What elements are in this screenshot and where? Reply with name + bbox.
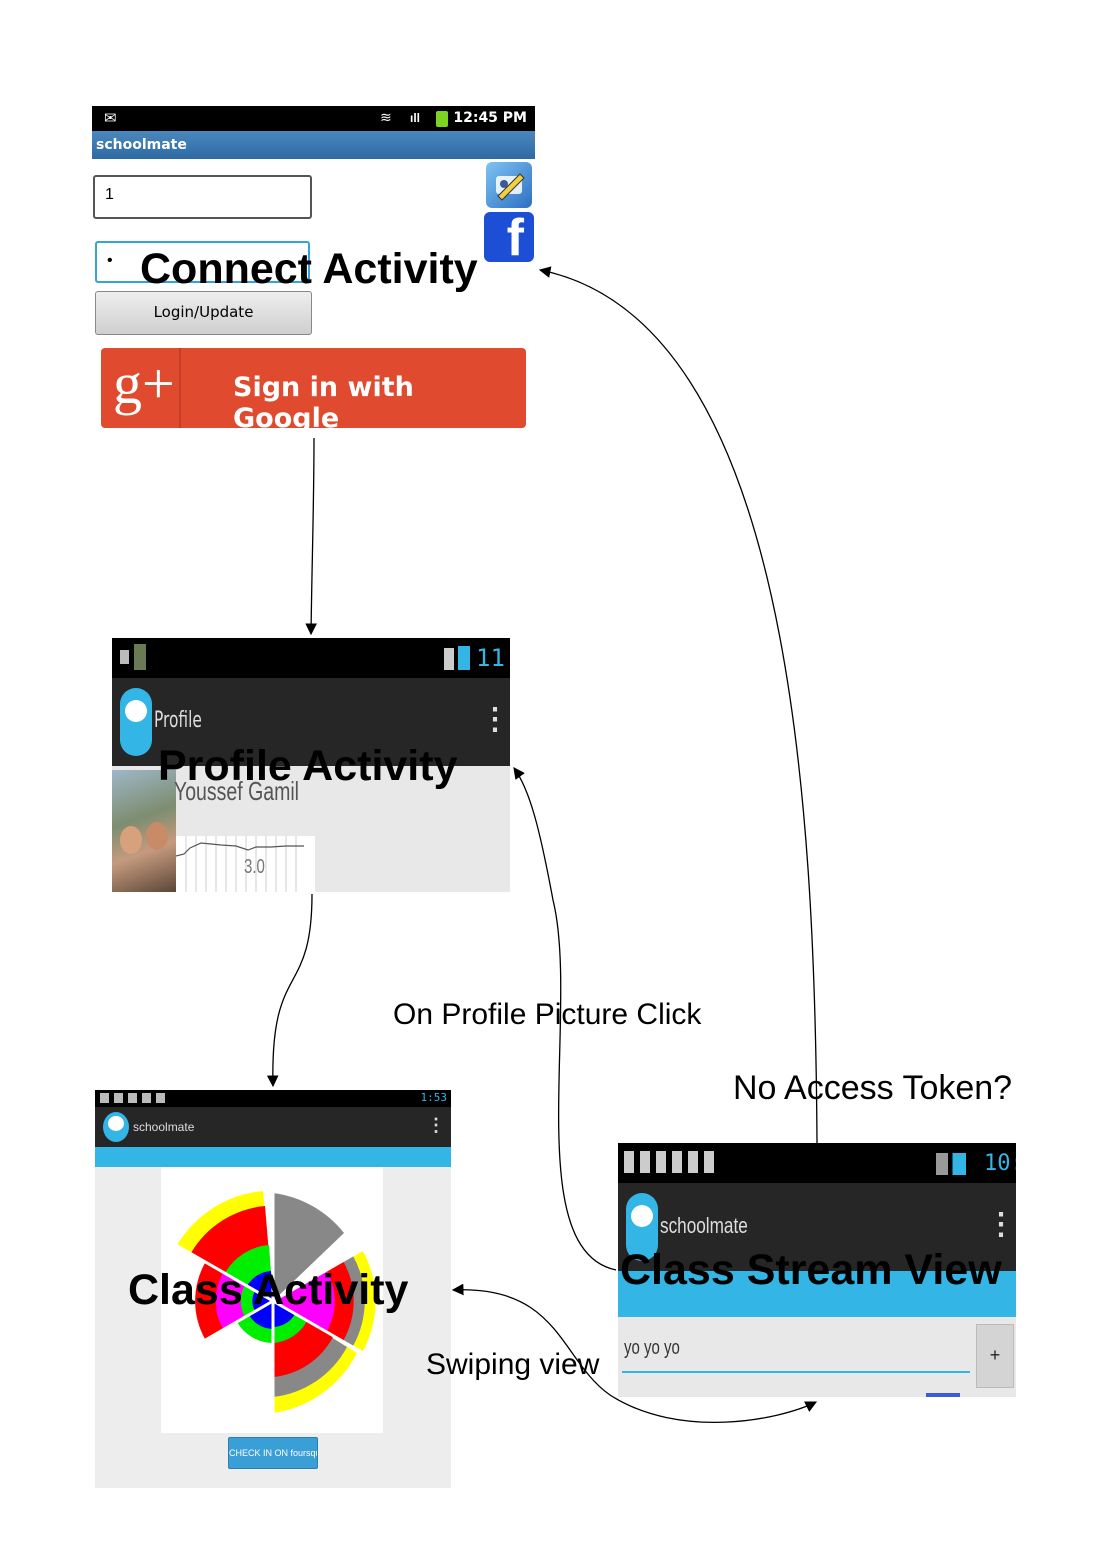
arrow-profile-to-class (266, 893, 313, 1088)
login-update-button[interactable]: Login/Update (95, 291, 312, 335)
overflow-menu-icon[interactable]: ⋮ (480, 702, 510, 737)
facebook-login-button[interactable]: f (484, 209, 534, 267)
arrow-connect-to-profile (305, 437, 317, 636)
face-shape (120, 826, 142, 854)
connect-activity-label: Connect Activity (140, 245, 478, 293)
overflow-menu-icon[interactable]: ⋮ (427, 1115, 445, 1136)
status-time: 11:16 (476, 644, 510, 672)
overflow-menu-icon[interactable]: ⋮ (986, 1207, 1016, 1242)
action-bar-title: Profile (154, 708, 202, 733)
status-bar: 11:16 (112, 638, 510, 678)
signal-icon (444, 648, 454, 670)
edge-label-no-access-token: No Access Token? (733, 1069, 1013, 1107)
signal-icon: ıll (410, 111, 421, 125)
battery-icon (436, 111, 448, 127)
signal-battery-icon (936, 1153, 966, 1175)
notification-icons (100, 1093, 166, 1103)
edge-label-swiping-view: Swiping view (426, 1348, 600, 1381)
pencil-icon (496, 173, 525, 201)
schoolmate-logo-icon (103, 1112, 129, 1142)
status-time: 1:53 (420, 1091, 448, 1104)
status-time: 10:56 (984, 1151, 1016, 1176)
status-bar: ✉ ≋ ıll 12:45 PM (92, 106, 535, 131)
list-item-edge (926, 1393, 960, 1397)
username-field[interactable]: 1 (93, 175, 312, 219)
rating-chart: 3.0 (175, 836, 315, 892)
edge-label-profile-picture-click: On Profile Picture Click (393, 998, 702, 1031)
app-title: schoolmate (92, 131, 535, 159)
google-signin-label: Sign in with Google (233, 372, 414, 434)
action-bar-title: schoolmate (133, 1120, 195, 1134)
mail-icon: ✉ (104, 110, 117, 127)
divider (179, 348, 181, 428)
rating-value: 3.0 (244, 856, 265, 878)
action-bar: schoolmate ⋮ (95, 1107, 451, 1147)
status-time: 12:45 PM (453, 110, 527, 126)
foursquare-checkin-button[interactable]: CHECK IN ON foursquare (228, 1437, 318, 1469)
notification-icon (120, 650, 129, 664)
tab-strip[interactable] (95, 1147, 451, 1167)
face-shape (146, 822, 168, 850)
status-bar: 10:56 (618, 1143, 1016, 1183)
action-bar-title: schoolmate (660, 1213, 748, 1238)
google-plus-icon: g+ (113, 351, 175, 416)
profile-activity-label: Profile Activity (158, 742, 458, 790)
message-input-value: yo yo yo (624, 1337, 680, 1359)
wifi-icon: ≋ (380, 109, 392, 125)
google-signin-button[interactable]: g+ Sign in with Google (101, 348, 526, 434)
message-input[interactable]: yo yo yo (622, 1333, 970, 1373)
schoolmate-logo-icon (120, 688, 152, 756)
status-bar: 1:53 (95, 1090, 451, 1107)
facebook-icon: f (506, 209, 524, 267)
battery-icon (458, 646, 470, 670)
notification-icons (624, 1151, 716, 1173)
class-stream-label: Class Stream View (620, 1246, 1002, 1294)
add-post-button[interactable]: + (976, 1324, 1014, 1388)
class-activity-label: Class Activity (128, 1266, 409, 1314)
schoolmate-app-icon[interactable] (486, 162, 532, 208)
image-notification-icon (134, 644, 146, 670)
